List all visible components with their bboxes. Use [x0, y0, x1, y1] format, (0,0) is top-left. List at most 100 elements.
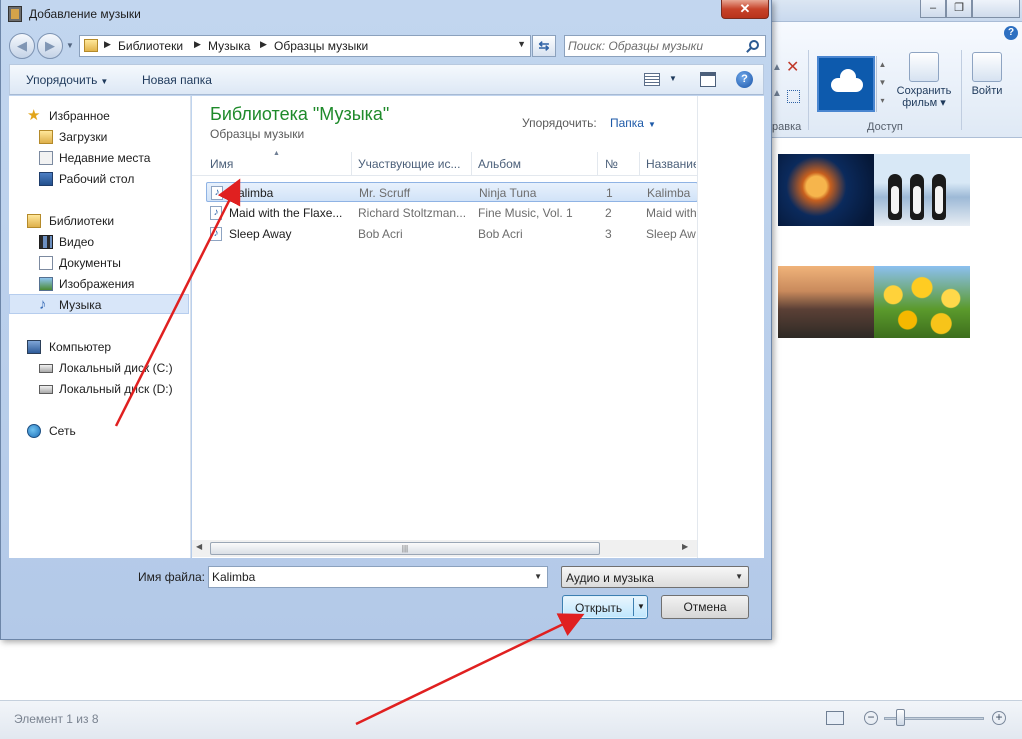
- file-row[interactable]: ♪ Sleep Away Bob Acri Bob Acri 3 Sleep A…: [206, 224, 698, 244]
- navigation-pane: ★ Избранное Загрузки Недавние места Рабо…: [9, 96, 191, 558]
- ribbon-divider: [961, 50, 962, 130]
- nav-item-music[interactable]: ♪ Музыка: [9, 294, 189, 314]
- gallery-scroll[interactable]: ▲ ▼ ▾: [876, 56, 888, 112]
- address-dropdown-icon[interactable]: ▼: [517, 39, 526, 49]
- chevron-down-icon: ▼: [735, 572, 743, 581]
- column-header-name[interactable]: Имя: [210, 157, 340, 171]
- file-type-select[interactable]: Аудио и музыка ▼: [561, 566, 749, 588]
- minimize-icon[interactable]: ‒: [920, 0, 946, 18]
- column-divider[interactable]: [471, 152, 472, 176]
- scroll-left-icon[interactable]: ◀: [196, 542, 202, 551]
- ribbon-edit-tool-icon[interactable]: ▲: [772, 88, 782, 99]
- column-header-album[interactable]: Альбом: [478, 157, 588, 171]
- views-dropdown-icon[interactable]: ▼: [669, 74, 677, 83]
- search-box[interactable]: [564, 35, 766, 57]
- nav-item-downloads[interactable]: Загрузки: [9, 127, 189, 147]
- nav-label: Библиотеки: [49, 214, 115, 228]
- add-music-dialog: Добавление музыки ✕ ◀ ▶ ▼ ▶ Библиотеки ▶…: [0, 0, 772, 640]
- new-folder-button[interactable]: Новая папка: [142, 73, 212, 87]
- music-note-icon: ♪: [39, 296, 47, 313]
- forward-arrow-icon[interactable]: ▶: [37, 33, 63, 59]
- arrange-by-dropdown[interactable]: Папка ▼: [610, 116, 656, 130]
- star-icon: ★: [27, 107, 41, 124]
- column-header-title[interactable]: Название: [646, 157, 696, 171]
- nav-label: Недавние места: [59, 151, 151, 165]
- refresh-icon[interactable]: ⇆: [532, 35, 556, 57]
- remove-icon[interactable]: ✕: [786, 57, 799, 77]
- nav-item-documents[interactable]: Документы: [9, 253, 189, 273]
- ribbon-edit-tool-icon[interactable]: ▲: [772, 62, 782, 73]
- save-movie-button[interactable]: Сохранить фильм ▾: [893, 52, 955, 109]
- nav-label: Локальный диск (D:): [59, 382, 173, 396]
- file-row[interactable]: ♪ Kalimba Mr. Scruff Ninja Tuna 1 Kalimb…: [206, 182, 698, 202]
- app-help-icon[interactable]: ?: [1004, 26, 1018, 40]
- column-header-artist[interactable]: Участвующие ис...: [358, 157, 468, 171]
- history-dropdown-icon[interactable]: ▼: [65, 40, 75, 52]
- thumbnail-jellyfish[interactable]: [778, 154, 874, 226]
- file-track-number: 1: [606, 186, 613, 200]
- zoom-out-icon[interactable]: −: [864, 711, 878, 725]
- breadcrumb-libraries[interactable]: Библиотеки: [118, 39, 183, 53]
- nav-label: Изображения: [59, 277, 135, 291]
- column-header-number[interactable]: №: [605, 157, 635, 171]
- nav-label: Компьютер: [49, 340, 112, 354]
- onedrive-share-tile[interactable]: [817, 56, 875, 112]
- nav-item-favorites[interactable]: ★ Избранное: [9, 106, 189, 126]
- select-all-icon[interactable]: [787, 90, 800, 103]
- thumbnail-tulips[interactable]: [874, 266, 970, 338]
- file-row[interactable]: ♪ Maid with the Flaxe... Richard Stoltzm…: [206, 203, 698, 223]
- horizontal-scrollbar[interactable]: ◀ ||| ▶: [192, 540, 697, 557]
- help-icon[interactable]: ?: [736, 71, 753, 88]
- column-divider[interactable]: [639, 152, 640, 176]
- drive-icon: [39, 385, 53, 394]
- filename-input[interactable]: [212, 569, 522, 585]
- nav-item-computer[interactable]: Компьютер: [9, 337, 189, 357]
- cancel-button[interactable]: Отмена: [661, 595, 749, 619]
- address-bar[interactable]: ▶ Библиотеки ▶ Музыка ▶ Образцы музыки ▼: [79, 35, 531, 57]
- save-movie-label: Сохранить фильм: [896, 85, 952, 109]
- nav-item-libraries[interactable]: Библиотеки: [9, 211, 189, 231]
- chevron-down-icon: ▼: [647, 120, 656, 129]
- nav-label: Музыка: [59, 298, 102, 312]
- column-divider[interactable]: [597, 152, 598, 176]
- storyboard-view-icon[interactable]: [826, 711, 844, 725]
- nav-label: Локальный диск (C:): [59, 361, 173, 375]
- nav-label: Загрузки: [59, 130, 108, 144]
- maximize-icon[interactable]: ❐: [946, 0, 972, 18]
- views-icon[interactable]: [644, 73, 660, 86]
- zoom-in-icon[interactable]: +: [992, 711, 1006, 725]
- nav-item-desktop[interactable]: Рабочий стол: [9, 169, 189, 189]
- app-close-icon[interactable]: [972, 0, 1020, 18]
- breadcrumb-music[interactable]: Музыка: [208, 39, 250, 53]
- preview-pane-icon[interactable]: [700, 72, 716, 87]
- scrollbar-thumb[interactable]: |||: [210, 542, 600, 555]
- user-icon: [972, 52, 1002, 82]
- chevron-right-icon[interactable]: ▶: [260, 39, 267, 50]
- column-divider[interactable]: [351, 152, 352, 176]
- scroll-right-icon[interactable]: ▶: [682, 542, 688, 551]
- file-name: Sleep Away: [229, 227, 292, 241]
- nav-item-disk-c[interactable]: Локальный диск (C:): [9, 358, 189, 378]
- chevron-down-icon[interactable]: ▼: [534, 572, 542, 581]
- search-input[interactable]: [568, 38, 742, 54]
- item-counter: Элемент 1 из 8: [14, 712, 99, 726]
- back-arrow-icon[interactable]: ◀: [9, 33, 35, 59]
- chevron-right-icon[interactable]: ▶: [194, 39, 201, 50]
- thumbnail-lighthouse[interactable]: [778, 266, 874, 338]
- signin-button[interactable]: Войти: [966, 52, 1008, 97]
- nav-item-video[interactable]: Видео: [9, 232, 189, 252]
- thumbnail-penguins[interactable]: [874, 154, 970, 226]
- filename-combobox[interactable]: ▼: [208, 566, 548, 588]
- chevron-right-icon[interactable]: ▶: [104, 39, 111, 50]
- nav-item-images[interactable]: Изображения: [9, 274, 189, 294]
- nav-item-disk-d[interactable]: Локальный диск (D:): [9, 379, 189, 399]
- zoom-slider-thumb[interactable]: [896, 709, 905, 726]
- breadcrumb-sample-music[interactable]: Образцы музыки: [274, 39, 368, 53]
- nav-item-network[interactable]: Сеть: [9, 421, 189, 441]
- open-button[interactable]: Открыть ▼: [562, 595, 648, 619]
- organize-button[interactable]: Упорядочить ▼: [26, 73, 108, 87]
- open-options-dropdown-icon[interactable]: ▼: [637, 602, 645, 611]
- dialog-close-button[interactable]: ✕: [721, 0, 769, 19]
- nav-item-recent[interactable]: Недавние места: [9, 148, 189, 168]
- search-icon[interactable]: [749, 40, 759, 50]
